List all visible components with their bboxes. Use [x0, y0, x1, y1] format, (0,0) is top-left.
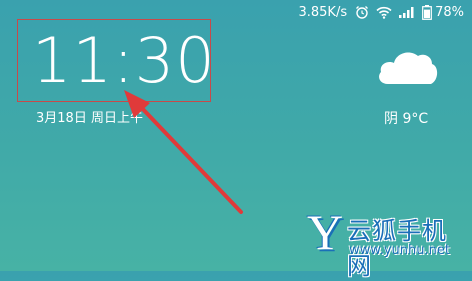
site-watermark: Y 云狐手机网 www.yunhu.net [307, 204, 467, 280]
watermark-url: www.yunhu.net [349, 243, 450, 258]
watermark-logo-letter: Y [307, 204, 344, 260]
cloud-icon [379, 52, 438, 84]
weather-label: 阴 9°C [384, 111, 429, 127]
